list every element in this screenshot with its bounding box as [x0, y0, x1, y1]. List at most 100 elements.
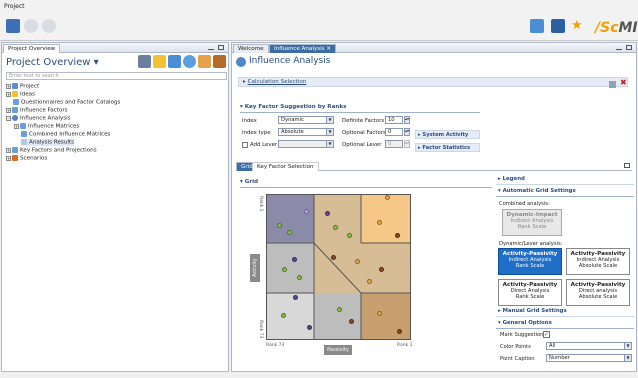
- factor-point[interactable]: [349, 319, 354, 324]
- spinner-icon[interactable]: ▴▾: [404, 128, 410, 136]
- influence-grid[interactable]: [266, 194, 411, 340]
- table-icon[interactable]: [168, 55, 181, 68]
- factor-point[interactable]: [325, 211, 330, 216]
- grid-divider: [240, 187, 492, 188]
- add-lever-checkbox[interactable]: [242, 142, 248, 148]
- factor-point[interactable]: [395, 233, 400, 238]
- tree-item-questionnaires[interactable]: Questionnaires and Factor Catalogs: [13, 99, 120, 106]
- tree-item-scenarios[interactable]: + Scenarios: [6, 155, 47, 162]
- factor-point[interactable]: [293, 295, 298, 300]
- definite-factors-input[interactable]: 10: [385, 116, 403, 124]
- factor-point[interactable]: [397, 329, 402, 334]
- tab-influence-analysis[interactable]: Influence Analysis ✕: [269, 44, 337, 53]
- legend-header[interactable]: ▸ Legend: [496, 176, 634, 185]
- maximize-icon[interactable]: [218, 45, 224, 50]
- factor-statistics-header[interactable]: ▸ Factor Statistics: [415, 143, 480, 152]
- window-icon[interactable]: [624, 163, 630, 168]
- tab-project-overview[interactable]: Project Overview: [3, 44, 61, 53]
- ap-indirect-absolute-option[interactable]: Activity-Passivity Indirect Analysis Abs…: [566, 248, 630, 275]
- chart-icon[interactable]: [138, 55, 151, 68]
- calc-selection-header[interactable]: ▸ Calculation Selection: [238, 77, 628, 87]
- factor-point[interactable]: [281, 313, 286, 318]
- factor-point[interactable]: [307, 325, 312, 330]
- point-caption-label: Point Caption: [500, 356, 535, 362]
- system-activity-header[interactable]: ▸ System Activity: [415, 130, 480, 139]
- key-factor-title[interactable]: ▾ Key Factor Suggestion by Ranks: [240, 104, 346, 110]
- factor-point[interactable]: [297, 275, 302, 280]
- factor-point[interactable]: [347, 233, 352, 238]
- expand-icon[interactable]: +: [14, 123, 19, 129]
- minimize-icon[interactable]: [208, 45, 214, 50]
- expand-icon[interactable]: +: [6, 91, 11, 97]
- tree-item-combined-matrices[interactable]: Combined Influence Matrices: [21, 131, 110, 138]
- index-select[interactable]: Dynamic ▼: [278, 116, 334, 124]
- close-icon[interactable]: ✕: [326, 46, 331, 52]
- menu-project[interactable]: Project: [4, 3, 25, 10]
- optional-lever-input[interactable]: 0: [385, 140, 403, 148]
- save-icon[interactable]: [6, 19, 20, 33]
- scenario-icon[interactable]: [213, 55, 226, 68]
- factor-point[interactable]: [379, 267, 384, 272]
- window-icon[interactable]: [530, 19, 544, 33]
- tree-item-project[interactable]: + Project: [6, 83, 39, 90]
- factor-point[interactable]: [331, 255, 336, 260]
- undo-icon[interactable]: [24, 19, 38, 33]
- spinner-icon: ▴▾: [404, 140, 410, 148]
- general-options-header[interactable]: ▾ General Options: [496, 320, 634, 329]
- tab-key-factor-selection[interactable]: Key Factor Selection: [252, 162, 319, 171]
- expand-icon[interactable]: +: [6, 147, 11, 153]
- grid-icon[interactable]: [198, 55, 211, 68]
- chevron-down-icon: ▼: [326, 117, 333, 123]
- expand-icon[interactable]: +: [6, 107, 11, 113]
- search-input[interactable]: Enter text to search: [6, 72, 227, 80]
- factor-point[interactable]: [287, 230, 292, 235]
- chevron-down-icon: ▼: [624, 343, 631, 349]
- ap-direct-absolute-option[interactable]: Activity-Passivity Direct analysis Absol…: [566, 279, 630, 306]
- factor-point[interactable]: [377, 311, 382, 316]
- auto-grid-header[interactable]: ▾ Automatic Grid Settings: [496, 188, 634, 197]
- star-icon[interactable]: ★: [571, 19, 585, 33]
- tree-item-influence-matrices[interactable]: + Influence Matrices: [14, 123, 79, 130]
- minimize-icon[interactable]: [616, 45, 622, 50]
- factor-point[interactable]: [337, 307, 342, 312]
- factor-point[interactable]: [277, 223, 282, 228]
- factor-point[interactable]: [385, 195, 390, 200]
- factor-point[interactable]: [304, 209, 309, 214]
- point-caption-select[interactable]: Number ▼: [546, 354, 632, 362]
- export-icon[interactable]: [609, 81, 616, 88]
- delete-icon[interactable]: ✖: [620, 78, 627, 87]
- maximize-icon[interactable]: [626, 45, 632, 50]
- tree-item-influence-analysis[interactable]: − Influence Analysis: [6, 115, 71, 122]
- factor-point[interactable]: [292, 257, 297, 262]
- dynamic-impact-option[interactable]: Dynamic-Impact Indirect Analysis Rank Sc…: [502, 209, 562, 236]
- target-icon[interactable]: [183, 55, 196, 68]
- tree-item-influence-factors[interactable]: + Influence Factors: [6, 107, 68, 114]
- factor-point[interactable]: [282, 267, 287, 272]
- tab-welcome[interactable]: Welcome: [233, 44, 269, 53]
- mark-suggestions-checkbox[interactable]: ✓: [543, 331, 550, 338]
- page-title[interactable]: Project Overview ▾: [6, 57, 99, 68]
- tree-item-key-factors[interactable]: + Key Factors and Projections: [6, 147, 97, 154]
- color-points-select[interactable]: All ▼: [546, 342, 632, 350]
- monitor-icon[interactable]: [551, 19, 565, 33]
- factor-point[interactable]: [367, 279, 372, 284]
- tree-item-ideas[interactable]: + Ideas: [6, 91, 35, 98]
- factor-point[interactable]: [333, 225, 338, 230]
- bulb-icon[interactable]: [153, 55, 166, 68]
- lever-select[interactable]: ▼: [278, 140, 334, 148]
- manual-grid-header[interactable]: ▸ Manual Grid Settings: [496, 308, 634, 317]
- factor-point[interactable]: [377, 220, 382, 225]
- index-type-select[interactable]: Absolute ▼: [278, 128, 334, 136]
- grid-section-title[interactable]: ▾ Grid: [240, 179, 258, 185]
- spinner-icon[interactable]: ▴▾: [404, 116, 410, 124]
- definite-factors-label: Definite Factors: [342, 118, 385, 124]
- collapse-icon[interactable]: −: [6, 115, 11, 121]
- expand-icon[interactable]: +: [6, 155, 11, 161]
- optional-factors-input[interactable]: 0: [385, 128, 403, 136]
- ap-direct-rank-option[interactable]: Activity-Passivity Direct Analysis Rank …: [498, 279, 562, 306]
- redo-icon[interactable]: [42, 19, 56, 33]
- ap-indirect-rank-option[interactable]: Activity-Passivity Indirect Analysis Ran…: [498, 248, 562, 275]
- factor-point[interactable]: [355, 259, 360, 264]
- tree-item-analysis-results[interactable]: Analysis Results: [21, 139, 75, 146]
- expand-icon[interactable]: +: [6, 83, 11, 89]
